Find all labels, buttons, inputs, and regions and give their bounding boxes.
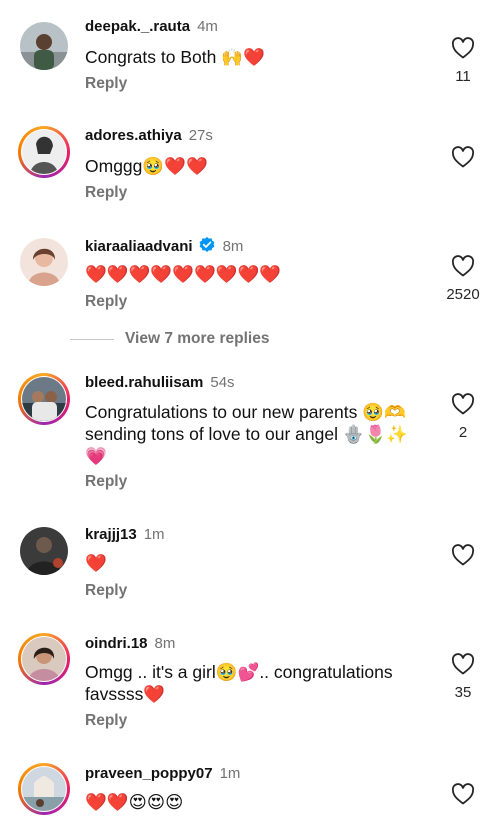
view-more-replies-label: View 7 more replies — [125, 330, 270, 347]
username[interactable]: kiaraaliaadvani — [85, 238, 193, 255]
avatar[interactable] — [18, 20, 70, 72]
heart-outline-icon — [451, 544, 475, 566]
heart-outline-icon — [451, 653, 475, 675]
heart-outline-icon — [451, 255, 475, 277]
avatar[interactable] — [18, 763, 70, 815]
like-button[interactable]: 35 — [447, 653, 479, 701]
comment-text-line: sending tons of love to our angel 🪬🌷✨ — [85, 424, 409, 444]
like-count: 11 — [455, 68, 471, 85]
comment-text: ❤️❤️😍😍😍 — [85, 792, 184, 812]
view-more-replies[interactable]: View 7 more replies — [70, 329, 269, 349]
divider — [70, 338, 114, 340]
comment-text: ❤️❤️❤️❤️❤️❤️❤️❤️❤️ — [85, 264, 282, 284]
heart-outline-icon — [451, 37, 475, 59]
comment-text-line: favssss❤️ — [85, 684, 166, 704]
like-button[interactable]: 11 — [447, 37, 479, 85]
heart-outline-icon — [451, 783, 475, 805]
timestamp: 1m — [219, 765, 241, 782]
timestamp: 1m — [143, 526, 165, 543]
timestamp: 8m — [154, 635, 176, 652]
comment-text: ❤️ — [85, 553, 107, 573]
reply-button[interactable]: Reply — [85, 184, 127, 202]
like-button[interactable] — [447, 544, 479, 571]
comment-text: Congratulations to our new parents 🥹🫶 se… — [85, 401, 430, 467]
reply-button[interactable]: Reply — [85, 582, 127, 600]
comment-text-line: 💗 — [85, 446, 107, 466]
avatar[interactable] — [18, 126, 70, 178]
like-count: 2 — [458, 424, 468, 441]
like-count: 2520 — [446, 286, 480, 303]
like-button[interactable]: 2520 — [446, 255, 480, 303]
timestamp: 27s — [188, 127, 213, 144]
like-button[interactable] — [447, 146, 479, 173]
username[interactable]: praveen_poppy07 — [85, 765, 213, 782]
avatar[interactable] — [18, 373, 70, 425]
reply-button[interactable]: Reply — [85, 473, 127, 491]
timestamp: 54s — [210, 374, 235, 391]
verified-badge-icon — [199, 237, 214, 252]
username[interactable]: adores.athiya — [85, 127, 182, 144]
username[interactable]: oindri.18 — [85, 635, 148, 652]
comment-text: Congrats to Both 🙌❤️ — [85, 47, 265, 67]
comment-text: Omgg .. it's a girl🥹💕.. congratulations … — [85, 661, 430, 705]
heart-outline-icon — [451, 146, 475, 168]
username[interactable]: deepak._.rauta — [85, 18, 190, 35]
reply-button[interactable]: Reply — [85, 712, 127, 730]
avatar[interactable] — [18, 236, 70, 288]
timestamp: 4m — [197, 18, 218, 35]
like-count: 35 — [454, 684, 472, 701]
like-button[interactable] — [447, 783, 479, 810]
comment-text-line: Congratulations to our new parents 🥹🫶 — [85, 402, 406, 422]
avatar[interactable] — [18, 633, 70, 685]
username[interactable]: bleed.rahuliisam — [85, 374, 203, 391]
timestamp: 8m — [222, 238, 244, 255]
username[interactable]: krajjj13 — [85, 526, 137, 543]
comment-text-line: Omgg .. it's a girl🥹💕.. congratulations — [85, 662, 393, 682]
like-button[interactable]: 2 — [447, 393, 479, 441]
reply-button[interactable]: Reply — [85, 293, 127, 311]
avatar[interactable] — [18, 525, 70, 577]
heart-outline-icon — [451, 393, 475, 415]
reply-button[interactable]: Reply — [85, 75, 127, 93]
comment-text: Omggg🥹❤️❤️ — [85, 156, 208, 176]
